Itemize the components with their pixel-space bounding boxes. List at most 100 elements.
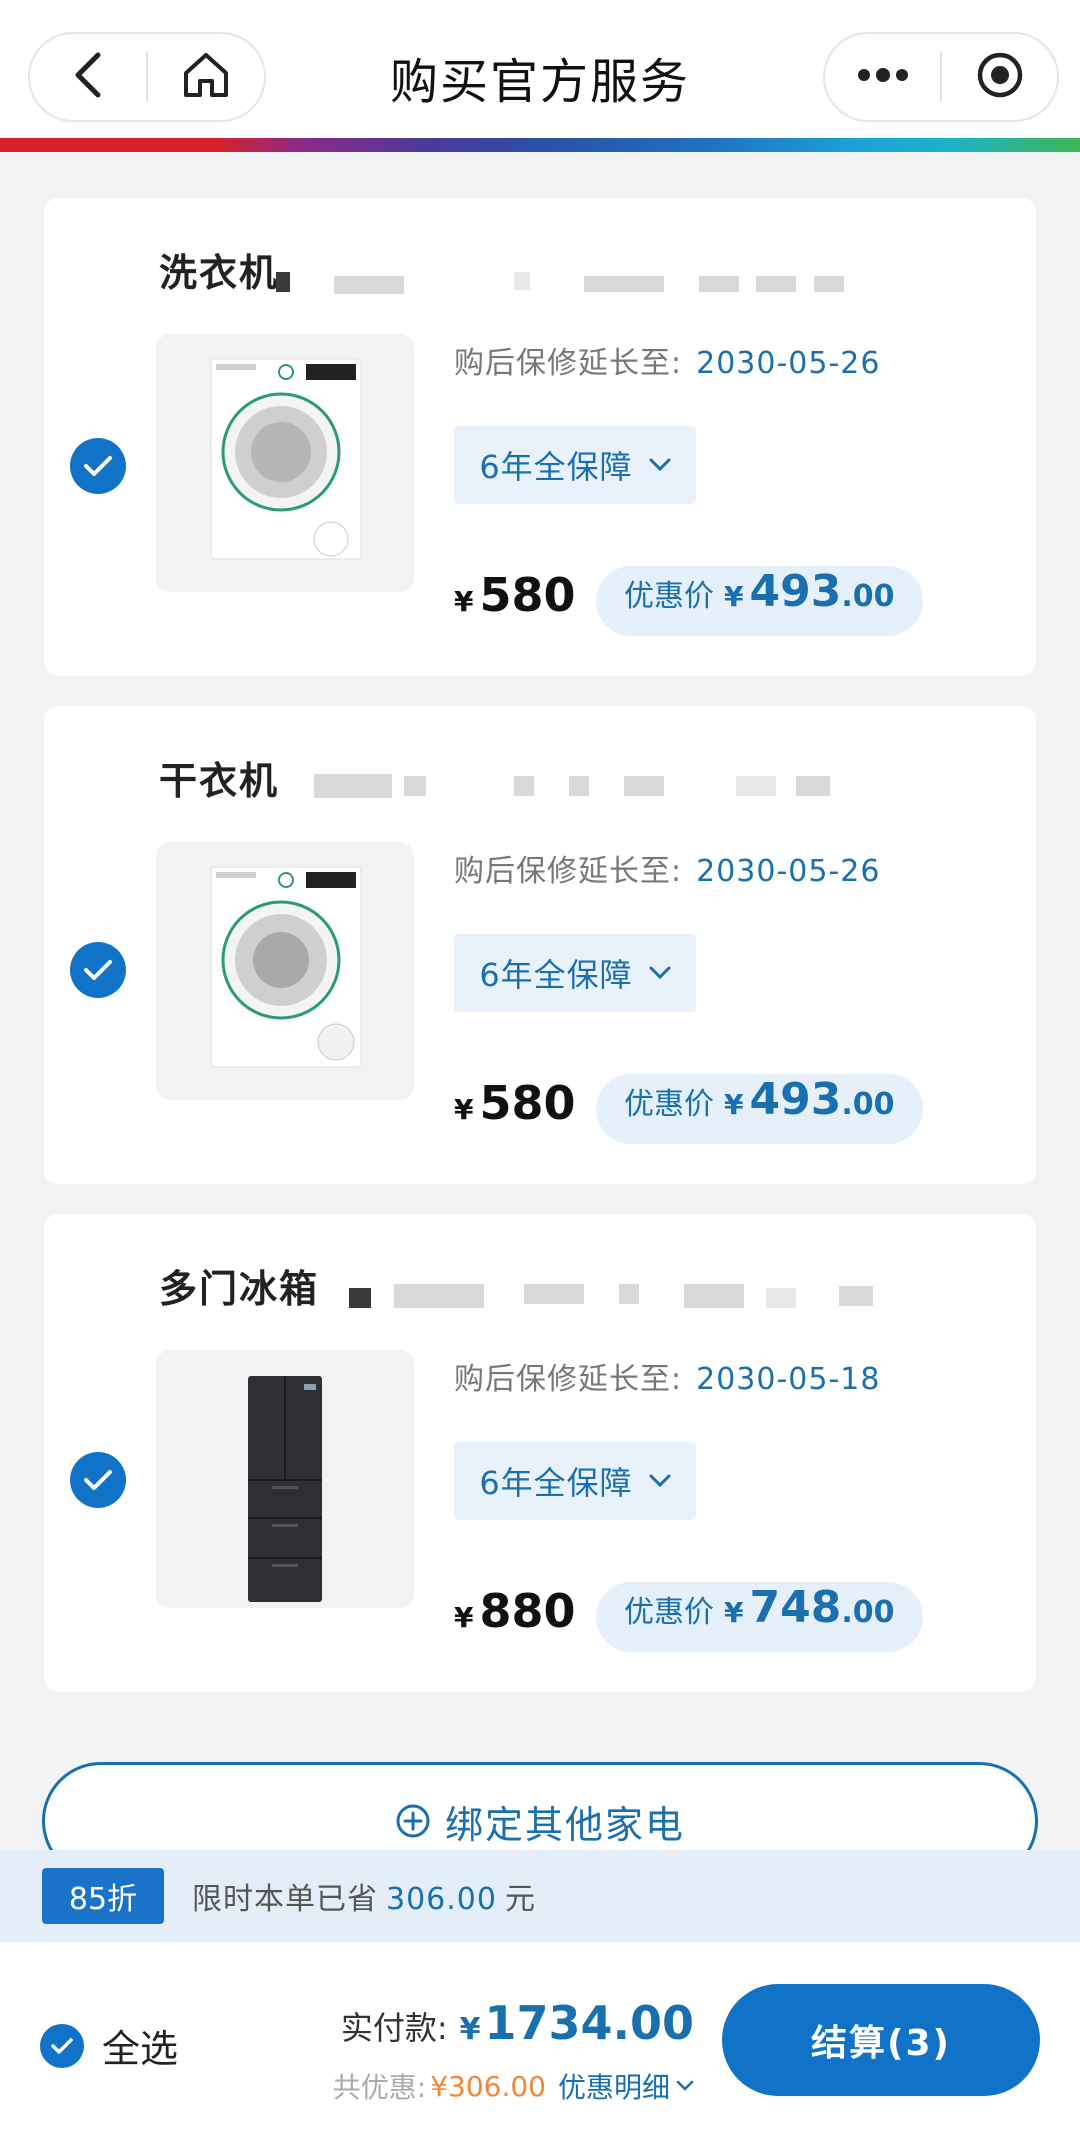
plan-label: 6年全保障 bbox=[479, 1464, 633, 1502]
promo-label: 优惠价 bbox=[624, 1595, 714, 1630]
item-select-checkbox[interactable] bbox=[70, 1452, 126, 1508]
original-price: ¥580 bbox=[454, 1076, 576, 1130]
more-dots-icon bbox=[856, 67, 910, 87]
select-all-label: 全选 bbox=[102, 2027, 179, 2071]
redacted-text bbox=[584, 276, 664, 292]
redacted-text bbox=[349, 1288, 371, 1308]
redacted-text bbox=[334, 276, 404, 294]
discount-banner: 85折 限时本单已省 306.00 元 bbox=[0, 1850, 1080, 1942]
product-image-fridge bbox=[156, 1350, 414, 1608]
save-label: 共优惠: bbox=[332, 2071, 427, 2104]
top-nav-bar: 购买官方服务 bbox=[0, 0, 1080, 138]
redacted-text bbox=[514, 776, 534, 796]
brand-color-stripe bbox=[0, 138, 1080, 152]
redacted-text bbox=[624, 776, 664, 796]
redacted-text bbox=[699, 276, 739, 292]
warranty-info: 购后保修延长至: 2030-05-18 bbox=[454, 1354, 880, 1398]
target-circle-icon bbox=[976, 51, 1024, 103]
pay-label: 实付款: bbox=[340, 2009, 448, 2047]
promo-price-badge: 优惠价 ¥ 493 .00 bbox=[596, 566, 923, 636]
discount-text: 限时本单已省 306.00 元 bbox=[192, 1874, 536, 1918]
chevron-down-icon bbox=[649, 458, 671, 472]
chevron-down-icon bbox=[676, 2080, 694, 2091]
price-value: 580 bbox=[479, 1076, 576, 1130]
product-name: 干衣机 bbox=[159, 759, 280, 803]
currency-symbol: ¥ bbox=[459, 2012, 481, 2047]
redacted-text bbox=[814, 276, 844, 292]
original-price: ¥580 bbox=[454, 568, 576, 622]
plan-dropdown[interactable]: 6年全保障 bbox=[454, 1442, 696, 1520]
product-card: 洗衣机 购后保修延长至: 2030-05-26 6年全保障 ¥580 优惠价 ¥ bbox=[44, 198, 1036, 676]
product-name: 多门冰箱 bbox=[159, 1267, 320, 1311]
product-name: 洗衣机 bbox=[159, 251, 280, 295]
savings-summary: 共优惠: ¥306.00 优惠明细 bbox=[333, 2066, 694, 2106]
discount-unit: 元 bbox=[504, 1882, 536, 1917]
plan-dropdown[interactable]: 6年全保障 bbox=[454, 934, 696, 1012]
item-select-checkbox[interactable] bbox=[70, 438, 126, 494]
warranty-label: 购后保修延长至: bbox=[454, 854, 683, 889]
more-button[interactable] bbox=[825, 34, 940, 120]
discount-amount: 306.00 bbox=[386, 1882, 497, 1917]
promo-price-decimal: .00 bbox=[841, 1595, 895, 1630]
redacted-text bbox=[276, 272, 290, 292]
redacted-text bbox=[619, 1284, 639, 1304]
chevron-down-icon bbox=[649, 1474, 671, 1488]
item-select-checkbox[interactable] bbox=[70, 942, 126, 998]
plan-label: 6年全保障 bbox=[479, 448, 633, 486]
select-all-checkbox[interactable] bbox=[40, 2023, 84, 2068]
currency-symbol: ¥ bbox=[724, 1088, 744, 1121]
promo-price-integer: 493 bbox=[749, 1074, 842, 1125]
checkmark-icon bbox=[84, 960, 112, 980]
price-value: 580 bbox=[479, 568, 576, 622]
warranty-info: 购后保修延长至: 2030-05-26 bbox=[454, 846, 880, 890]
currency-symbol: ¥ bbox=[454, 1601, 474, 1634]
discount-desc: 限时本单已省 bbox=[192, 1882, 378, 1917]
promo-price-decimal: .00 bbox=[841, 579, 895, 614]
product-card: 干衣机 购后保修延长至: 2030-05-26 6年全保障 ¥580 优惠价 ¥ bbox=[44, 706, 1036, 1184]
redacted-text bbox=[394, 1284, 484, 1308]
redacted-text bbox=[314, 774, 392, 798]
checkout-bar: 全选 实付款: ¥ 1734.00 共优惠: ¥306.00 优惠明细 结算(3… bbox=[0, 1942, 1080, 2137]
discount-detail-link[interactable]: 优惠明细 bbox=[558, 2066, 670, 2106]
select-all-toggle[interactable]: 全选 bbox=[40, 2018, 178, 2073]
original-price: ¥880 bbox=[454, 1584, 576, 1638]
promo-price-integer: 493 bbox=[749, 566, 842, 617]
redacted-text bbox=[756, 276, 796, 292]
promo-price-decimal: .00 bbox=[841, 1087, 895, 1122]
warranty-label: 购后保修延长至: bbox=[454, 1362, 683, 1397]
checkmark-icon bbox=[51, 2037, 73, 2054]
warranty-date: 2030-05-26 bbox=[696, 854, 881, 889]
redacted-text bbox=[569, 776, 589, 796]
warranty-date: 2030-05-18 bbox=[696, 1362, 881, 1397]
promo-price-badge: 优惠价 ¥ 493 .00 bbox=[596, 1074, 923, 1144]
currency-symbol: ¥ bbox=[454, 1093, 474, 1126]
close-miniprogram-button[interactable] bbox=[942, 34, 1057, 120]
plan-label: 6年全保障 bbox=[479, 956, 633, 994]
payment-total: 实付款: ¥ 1734.00 bbox=[341, 1996, 694, 2050]
currency-symbol: ¥ bbox=[724, 1596, 744, 1629]
redacted-text bbox=[684, 1284, 744, 1308]
warranty-label: 购后保修延长至: bbox=[454, 346, 683, 381]
price-value: 880 bbox=[479, 1584, 576, 1638]
redacted-text bbox=[766, 1288, 796, 1308]
redacted-text bbox=[524, 1284, 584, 1304]
nav-capsule-right bbox=[823, 32, 1059, 122]
product-image-dryer bbox=[156, 842, 414, 1100]
checkout-button[interactable]: 结算(3) bbox=[722, 1984, 1040, 2096]
promo-label: 优惠价 bbox=[624, 579, 714, 614]
product-card: 多门冰箱 购后保修延长至: 2030-05-18 6年全保障 ¥880 优惠价 bbox=[44, 1214, 1036, 1692]
promo-label: 优惠价 bbox=[624, 1087, 714, 1122]
plus-circle-icon bbox=[396, 1804, 430, 1838]
redacted-text bbox=[736, 776, 776, 796]
save-amount: ¥306.00 bbox=[430, 2069, 546, 2103]
redacted-text bbox=[796, 776, 830, 796]
redacted-text bbox=[404, 776, 426, 796]
redacted-text bbox=[839, 1286, 873, 1306]
checkmark-icon bbox=[84, 1470, 112, 1490]
product-image-washer bbox=[156, 334, 414, 592]
pay-amount: 1734.00 bbox=[484, 1996, 694, 2050]
plan-dropdown[interactable]: 6年全保障 bbox=[454, 426, 696, 504]
promo-price-badge: 优惠价 ¥ 748 .00 bbox=[596, 1582, 923, 1652]
currency-symbol: ¥ bbox=[454, 585, 474, 618]
warranty-date: 2030-05-26 bbox=[696, 346, 881, 381]
